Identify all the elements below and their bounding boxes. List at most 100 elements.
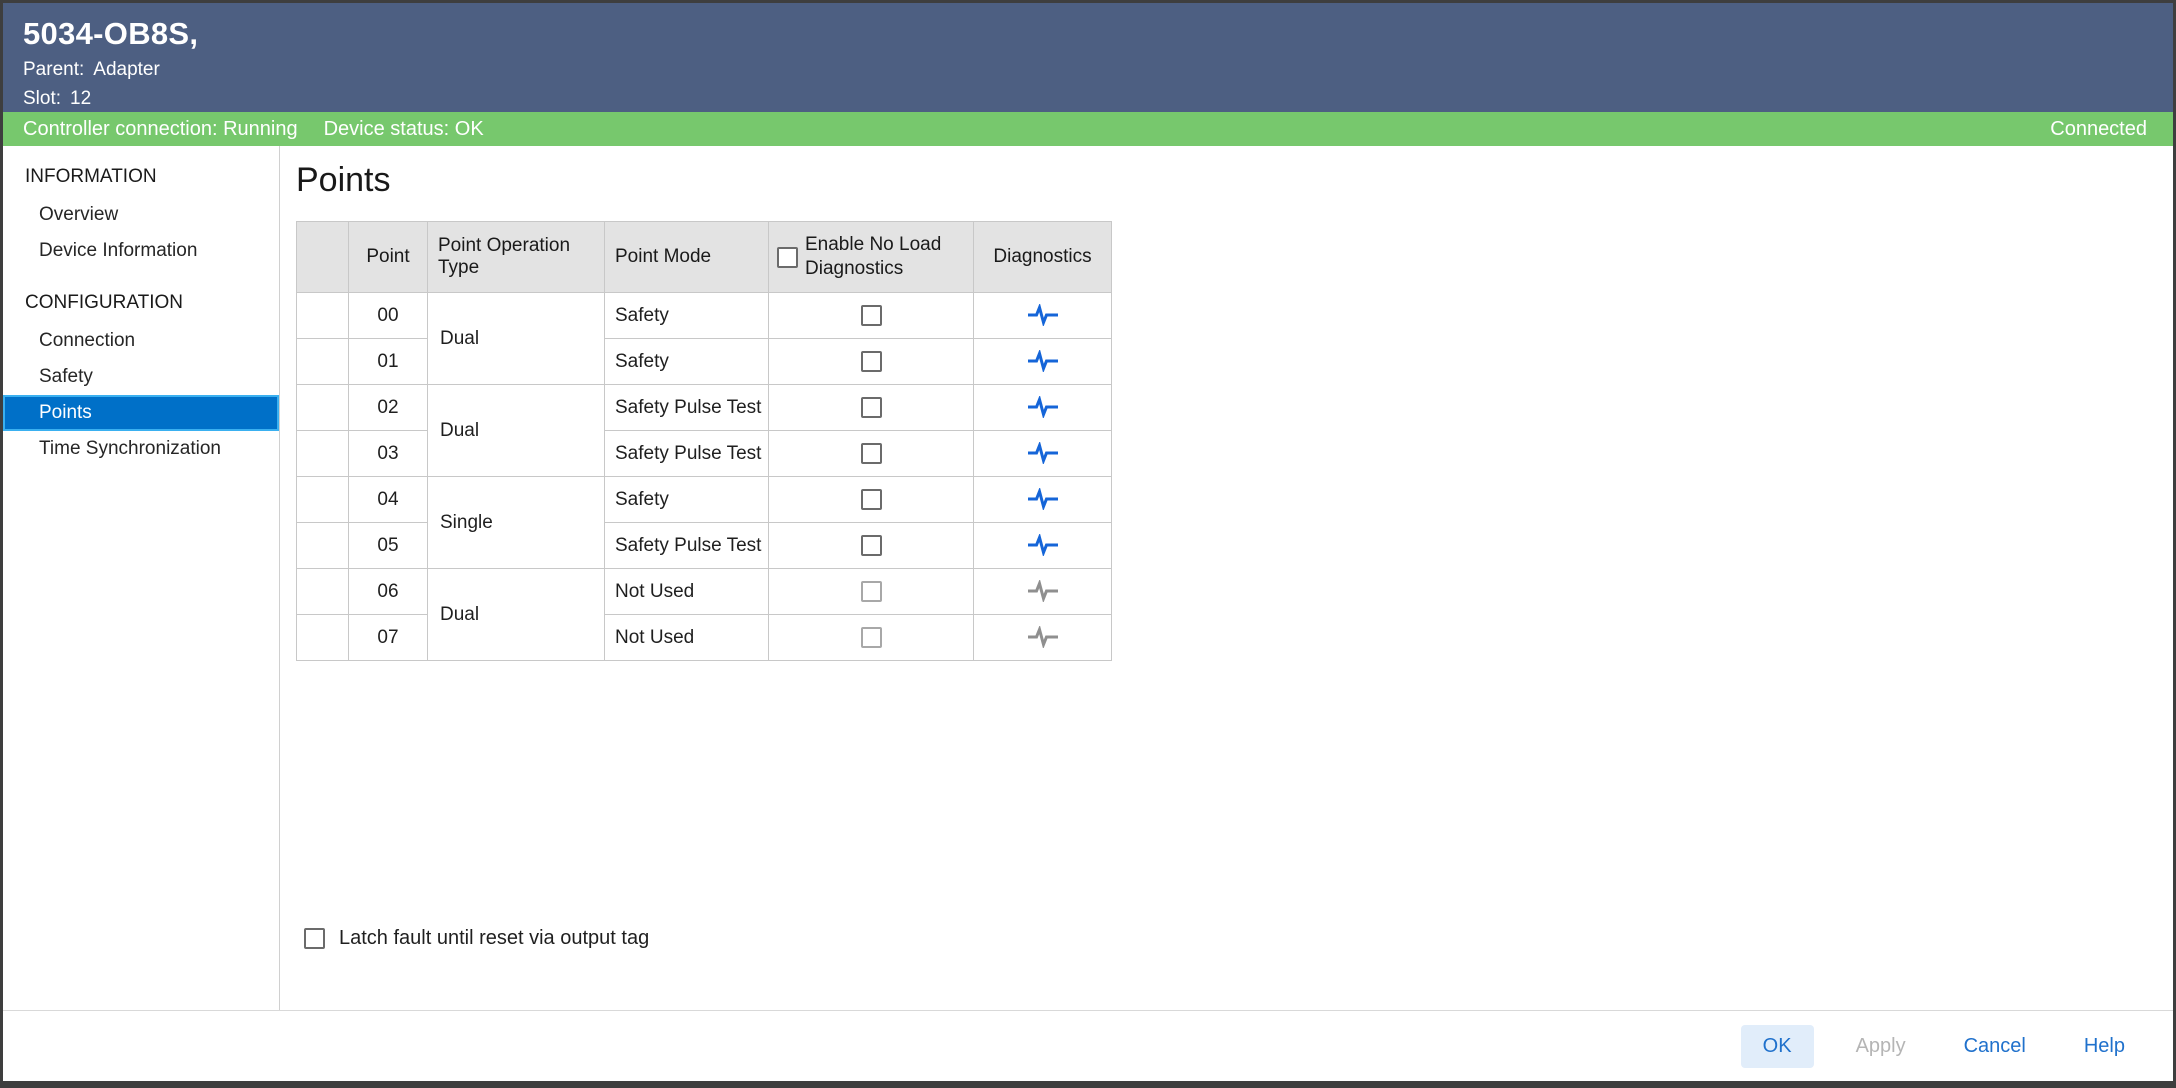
row-selector-cell[interactable] bbox=[297, 477, 349, 523]
point-operation-type-cell[interactable]: Dual bbox=[428, 293, 605, 385]
diagnostics-cell[interactable] bbox=[974, 385, 1112, 431]
diagnostics-cell[interactable] bbox=[974, 477, 1112, 523]
sidebar-item-connection[interactable]: Connection bbox=[3, 323, 279, 359]
connected-badge: Connected bbox=[2050, 118, 2147, 141]
parent-row: Parent: Adapter bbox=[23, 59, 2153, 81]
row-selector-cell[interactable] bbox=[297, 523, 349, 569]
enable-no-load-checkbox-disabled bbox=[861, 581, 882, 602]
header-point-mode: Point Mode bbox=[605, 222, 769, 293]
enable-no-load-cell[interactable] bbox=[769, 339, 974, 385]
apply-button[interactable]: Apply bbox=[1840, 1025, 1922, 1068]
point-operation-type-cell[interactable]: Single bbox=[428, 477, 605, 569]
page-title: Points bbox=[296, 158, 2153, 202]
enable-no-load-checkbox-disabled bbox=[861, 627, 882, 648]
connection-status-bar: Controller connection: Running Device st… bbox=[3, 112, 2173, 146]
ok-button[interactable]: OK bbox=[1741, 1025, 1814, 1068]
enable-no-load-cell[interactable] bbox=[769, 477, 974, 523]
enable-no-load-checkbox[interactable] bbox=[861, 535, 882, 556]
table-row: 04 Single Safety bbox=[297, 477, 1112, 523]
section-configuration: CONFIGURATION Connection Safety Points T… bbox=[3, 283, 279, 467]
point-operation-type-cell[interactable]: Dual bbox=[428, 569, 605, 661]
sidebar-item-safety[interactable]: Safety bbox=[3, 359, 279, 395]
module-title: 5034-OB8S, bbox=[23, 16, 2153, 52]
point-number-cell: 02 bbox=[349, 385, 428, 431]
diagnostics-cell[interactable] bbox=[974, 339, 1112, 385]
enable-no-load-checkbox[interactable] bbox=[861, 397, 882, 418]
help-button[interactable]: Help bbox=[2068, 1025, 2141, 1068]
latch-fault-checkbox[interactable] bbox=[304, 928, 325, 949]
point-mode-cell[interactable]: Safety bbox=[605, 339, 769, 385]
section-label-configuration: CONFIGURATION bbox=[3, 283, 279, 323]
pulse-waveform-icon bbox=[1026, 396, 1060, 418]
dialog-footer: OK Apply Cancel Help bbox=[3, 1010, 2173, 1081]
category-sidebar: INFORMATION Overview Device Information … bbox=[3, 146, 280, 1010]
table-row: 03 Safety Pulse Test bbox=[297, 431, 1112, 477]
point-number-cell: 03 bbox=[349, 431, 428, 477]
point-number-cell: 04 bbox=[349, 477, 428, 523]
point-mode-cell[interactable]: Safety bbox=[605, 477, 769, 523]
header-point-operation-type: Point Operation Type bbox=[428, 222, 605, 293]
enable-no-load-checkbox[interactable] bbox=[861, 489, 882, 510]
sidebar-item-device-information[interactable]: Device Information bbox=[3, 233, 279, 269]
pulse-waveform-icon bbox=[1026, 304, 1060, 326]
point-operation-type-cell[interactable]: Dual bbox=[428, 385, 605, 477]
sidebar-item-overview[interactable]: Overview bbox=[3, 197, 279, 233]
row-selector-cell[interactable] bbox=[297, 293, 349, 339]
enable-no-load-checkbox[interactable] bbox=[861, 443, 882, 464]
latch-fault-label: Latch fault until reset via output tag bbox=[339, 927, 649, 950]
controller-connection-status: Controller connection: Running bbox=[23, 118, 298, 141]
sidebar-item-time-synchronization[interactable]: Time Synchronization bbox=[3, 431, 279, 467]
pulse-waveform-icon-disabled bbox=[1026, 626, 1060, 648]
point-number-cell: 00 bbox=[349, 293, 428, 339]
diagnostics-cell-disabled bbox=[974, 615, 1112, 661]
section-label-information: INFORMATION bbox=[3, 157, 279, 197]
header-point: Point bbox=[349, 222, 428, 293]
enable-no-load-cell[interactable] bbox=[769, 293, 974, 339]
diagnostics-cell[interactable] bbox=[974, 431, 1112, 477]
row-selector-cell[interactable] bbox=[297, 431, 349, 477]
table-row: 02 Dual Safety Pulse Test bbox=[297, 385, 1112, 431]
slot-label: Slot: bbox=[23, 88, 61, 109]
point-number-cell: 06 bbox=[349, 569, 428, 615]
slot-value: 12 bbox=[70, 88, 91, 109]
sidebar-item-points[interactable]: Points bbox=[3, 395, 279, 431]
point-number-cell: 07 bbox=[349, 615, 428, 661]
enable-no-load-cell[interactable] bbox=[769, 523, 974, 569]
point-mode-cell[interactable]: Not Used bbox=[605, 615, 769, 661]
point-number-cell: 01 bbox=[349, 339, 428, 385]
slot-row: Slot: 12 bbox=[23, 88, 2153, 110]
pulse-waveform-icon bbox=[1026, 350, 1060, 372]
point-number-cell: 05 bbox=[349, 523, 428, 569]
enable-no-load-cell[interactable] bbox=[769, 385, 974, 431]
pulse-waveform-icon bbox=[1026, 534, 1060, 556]
points-panel: Points Point Point Operation Type Point … bbox=[280, 146, 2173, 1010]
row-selector-cell[interactable] bbox=[297, 615, 349, 661]
point-mode-cell[interactable]: Safety Pulse Test bbox=[605, 385, 769, 431]
enable-no-load-checkbox[interactable] bbox=[861, 351, 882, 372]
module-properties-dialog: 5034-OB8S, Parent: Adapter Slot: 12 Contro… bbox=[0, 0, 2176, 1088]
enable-no-load-all-checkbox[interactable] bbox=[777, 247, 798, 268]
diagnostics-cell[interactable] bbox=[974, 523, 1112, 569]
diagnostics-cell[interactable] bbox=[974, 293, 1112, 339]
table-row: 07 Not Used bbox=[297, 615, 1112, 661]
point-mode-cell[interactable]: Not Used bbox=[605, 569, 769, 615]
parent-label: Parent: bbox=[23, 59, 84, 80]
row-selector-cell[interactable] bbox=[297, 569, 349, 615]
enable-no-load-cell[interactable] bbox=[769, 431, 974, 477]
title-bar: 5034-OB8S, Parent: Adapter Slot: 12 bbox=[3, 3, 2173, 112]
device-status: Device status: OK bbox=[324, 118, 484, 141]
enable-no-load-checkbox[interactable] bbox=[861, 305, 882, 326]
pulse-waveform-icon bbox=[1026, 442, 1060, 464]
row-selector-cell[interactable] bbox=[297, 385, 349, 431]
cancel-button[interactable]: Cancel bbox=[1948, 1025, 2042, 1068]
table-row: 01 Safety bbox=[297, 339, 1112, 385]
pulse-waveform-icon-disabled bbox=[1026, 580, 1060, 602]
point-mode-cell[interactable]: Safety Pulse Test bbox=[605, 431, 769, 477]
point-mode-cell[interactable]: Safety Pulse Test bbox=[605, 523, 769, 569]
row-selector-cell[interactable] bbox=[297, 339, 349, 385]
enable-no-load-cell-disabled bbox=[769, 615, 974, 661]
point-mode-cell[interactable]: Safety bbox=[605, 293, 769, 339]
table-header-row: Point Point Operation Type Point Mode En… bbox=[297, 222, 1112, 293]
parent-value: Adapter bbox=[93, 59, 160, 80]
enable-no-load-header-label: Enable No Load Diagnostics bbox=[805, 233, 973, 281]
